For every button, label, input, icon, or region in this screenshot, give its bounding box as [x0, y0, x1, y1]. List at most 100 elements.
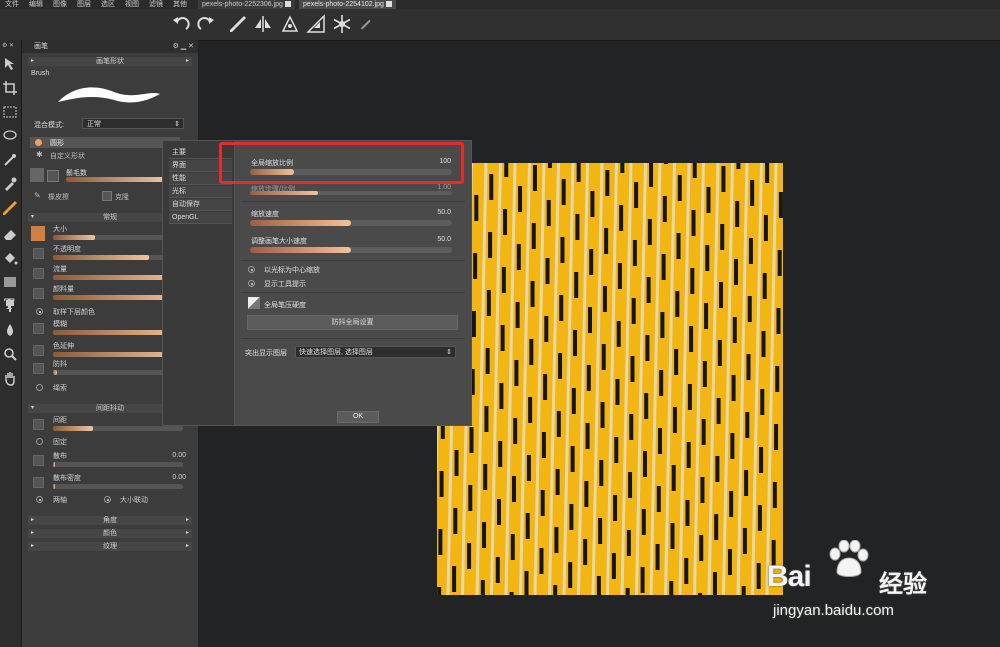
ruler-icon[interactable]	[306, 14, 326, 34]
bristles-slider[interactable]	[66, 177, 166, 182]
sample-below-radio[interactable]	[36, 308, 43, 315]
shape-round-row[interactable]: 圆形	[30, 137, 180, 148]
rect-select-icon[interactable]	[2, 104, 18, 120]
blur-label: 模糊	[53, 321, 67, 328]
shape-custom-label[interactable]: 自定义形状	[50, 151, 85, 161]
resize-speed-slider[interactable]	[250, 247, 351, 253]
paint-amount-checkbox[interactable]	[33, 288, 44, 299]
highlight-layer-label: 突出显示图层	[245, 350, 287, 357]
jitter-checkbox[interactable]	[33, 363, 44, 374]
spacing-slider[interactable]	[53, 426, 93, 431]
opacity-slider[interactable]	[53, 255, 149, 260]
scatter-value: 0.00	[172, 452, 186, 459]
blur-icon[interactable]	[2, 322, 18, 338]
scatter-density-slider[interactable]	[53, 484, 55, 489]
zoom-speed-slider[interactable]	[250, 220, 351, 226]
menu-select[interactable]: 选区	[96, 0, 120, 9]
highlight-layer-select[interactable]: 快速选择图层, 选择图层 ⇕	[295, 346, 456, 358]
rope-radio[interactable]	[36, 384, 43, 391]
menu-view[interactable]: 视图	[120, 0, 144, 9]
magic-wand-icon[interactable]	[2, 152, 18, 168]
fill-icon[interactable]	[2, 250, 18, 266]
menu-other[interactable]: 其他	[168, 0, 192, 9]
section-texture[interactable]: ▸ 纹理 ▸	[28, 542, 192, 551]
color-stretch-label: 色延伸	[53, 343, 74, 350]
nav-opengl[interactable]: OpenGL	[169, 212, 232, 224]
blur-checkbox[interactable]	[33, 323, 44, 334]
custom-shape-icon: ✱	[36, 150, 43, 159]
brush-tool-icon[interactable]	[2, 200, 18, 216]
close-icon[interactable]	[284, 1, 291, 8]
flow-checkbox[interactable]	[33, 268, 44, 279]
baidu-watermark: Bai 经验 jingyan.baidu.com	[767, 540, 947, 630]
lasso-icon[interactable]	[2, 128, 18, 144]
opacity-checkbox[interactable]	[33, 248, 44, 259]
both-axes-radio[interactable]	[36, 496, 43, 503]
tool-strip: ⚙ ✕	[0, 40, 22, 647]
hand-icon[interactable]	[2, 370, 18, 386]
section-color-label: 颜色	[103, 530, 117, 537]
eyedropper-icon[interactable]	[2, 176, 18, 192]
section-color[interactable]: ▸ 颜色 ▸	[28, 529, 192, 538]
pressure-curve-icon[interactable]	[248, 297, 260, 309]
scatter-slider[interactable]	[53, 462, 55, 467]
flow-label: 流量	[53, 266, 67, 273]
size-icon	[31, 226, 45, 241]
perspective-icon[interactable]	[280, 14, 300, 34]
scatter-label: 散布	[53, 453, 67, 460]
brush-icon[interactable]	[228, 14, 248, 34]
pen-icon[interactable]	[358, 17, 372, 31]
scatter-density-track[interactable]	[53, 484, 183, 489]
menu-filter[interactable]: 滤镜	[144, 0, 168, 9]
zoom-step-slider[interactable]	[250, 191, 318, 195]
scatter-checkbox[interactable]	[33, 455, 44, 466]
spacing-label: 间距	[53, 417, 67, 424]
cursor-center-radio[interactable]	[248, 266, 255, 273]
close-icon[interactable]	[385, 1, 392, 8]
brush-panel-title: 画笔	[34, 43, 48, 50]
color-stretch-checkbox[interactable]	[33, 345, 44, 356]
fixed-radio[interactable]	[36, 438, 43, 445]
document-tab-1-label: pexels-photo-2252306.jpg	[202, 1, 283, 8]
clone-label[interactable]: 克隆	[115, 192, 129, 202]
show-hint-radio[interactable]	[248, 280, 255, 287]
highlight-layer-value: 快速选择图层, 选择图层	[299, 349, 373, 356]
bristle-brush-icon[interactable]	[30, 168, 44, 182]
size-slider[interactable]	[53, 235, 95, 240]
canvas-image[interactable]	[437, 163, 783, 595]
menu-file[interactable]: 文件	[0, 0, 24, 9]
scatter-track[interactable]	[53, 462, 183, 467]
redo-icon[interactable]	[196, 14, 216, 34]
document-tab-1[interactable]: pexels-photo-2252306.jpg	[198, 0, 295, 9]
snowflake-icon[interactable]	[332, 14, 352, 34]
text-tool-icon[interactable]: T	[4, 297, 14, 313]
scatter-density-row: 散布密度 0.00	[28, 474, 192, 491]
section-general-label: 常规	[103, 214, 117, 221]
crop-icon[interactable]	[2, 80, 18, 96]
ok-button[interactable]: OK	[337, 411, 379, 423]
jitter-slider[interactable]	[53, 370, 57, 375]
gradient-icon[interactable]	[2, 274, 18, 290]
nav-autosave[interactable]: 自动保存	[169, 199, 232, 211]
undo-icon[interactable]	[171, 14, 191, 34]
symmetry-icon[interactable]	[253, 14, 273, 34]
blend-mode-select[interactable]: 正常 ⇕	[82, 118, 184, 129]
panel-controls-icon[interactable]: ⚙ ▁ ✕	[173, 40, 194, 53]
spacing-checkbox[interactable]	[33, 419, 44, 430]
menu-image[interactable]: 图像	[48, 0, 72, 9]
clone-checkbox[interactable]	[102, 191, 112, 201]
section-angle[interactable]: ▸ 角度 ▸	[28, 516, 192, 525]
zoom-icon[interactable]	[2, 346, 18, 362]
menu-layer[interactable]: 图层	[72, 0, 96, 9]
section-brush-shape[interactable]: ▸ 画笔形状 ▸	[28, 57, 192, 66]
move-icon[interactable]	[2, 56, 18, 72]
nav-cursor[interactable]: 光标	[169, 186, 232, 198]
scatter-density-checkbox[interactable]	[33, 477, 44, 488]
jitter-global-settings-button[interactable]: 防抖全局设置	[247, 315, 458, 330]
size-link-radio[interactable]	[104, 496, 111, 503]
document-tab-2[interactable]: pexels-photo-2254102.jpg	[298, 0, 396, 9]
bristles-checkbox[interactable]	[47, 170, 59, 182]
menu-edit[interactable]: 编辑	[24, 0, 48, 9]
eraser-label[interactable]: 橡皮擦	[48, 192, 69, 202]
eraser-icon[interactable]	[2, 226, 18, 242]
